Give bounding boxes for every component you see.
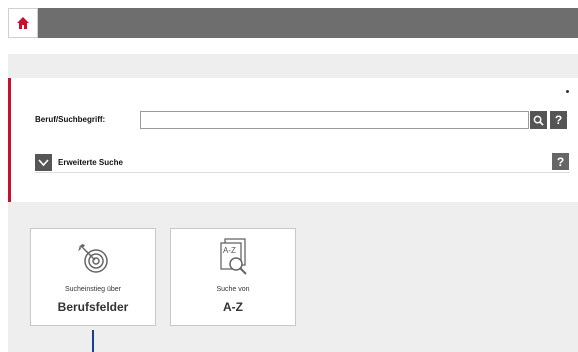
target-icon (78, 244, 108, 273)
card-subtitle: Suche von (216, 286, 250, 293)
search-input[interactable] (140, 111, 529, 129)
pointer-line (92, 330, 94, 352)
dot-marker (566, 90, 569, 93)
card-title: Berufsfelder (57, 300, 129, 314)
card-subtitle: Sucheinstieg über (64, 286, 122, 293)
card-berufsfelder[interactable]: Sucheinstieg über Berufsfelder (30, 228, 156, 326)
svg-text:A-Z: A-Z (223, 246, 236, 255)
chevron-down-icon (38, 158, 49, 166)
a-z-document-icon: A-Z (220, 238, 247, 275)
home-icon (17, 17, 29, 29)
advanced-help-button[interactable]: ? (552, 153, 569, 170)
search-icon (533, 115, 544, 126)
card-title: A-Z (223, 300, 243, 314)
advanced-search-label[interactable]: Erweiterte Suche (58, 158, 123, 167)
card-a-z[interactable]: A-Z Suche von A-Z (170, 228, 296, 326)
search-panel (8, 78, 578, 202)
divider (35, 172, 570, 173)
gray-band (8, 54, 578, 78)
search-label: Beruf/Suchbegriff: (35, 115, 106, 124)
top-bar (8, 8, 578, 38)
search-help-button[interactable]: ? (550, 111, 567, 129)
advanced-search-toggle[interactable] (35, 154, 52, 171)
home-button[interactable] (8, 8, 38, 38)
search-button[interactable] (530, 111, 547, 129)
